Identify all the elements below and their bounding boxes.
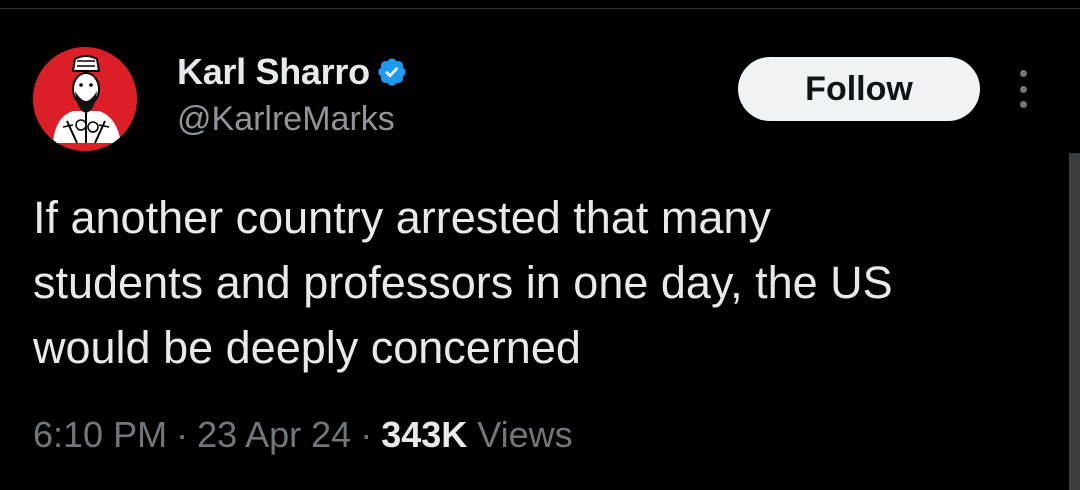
tweet-text-line: If another country arrested that many bbox=[33, 192, 771, 243]
follow-button[interactable]: Follow bbox=[738, 57, 980, 121]
display-name-row: Karl Sharro bbox=[177, 50, 408, 94]
tweet-date[interactable]: 23 Apr 24 bbox=[197, 414, 351, 456]
tweet-text-line: students and professors in one day, the … bbox=[33, 257, 893, 308]
display-name[interactable]: Karl Sharro bbox=[177, 51, 370, 93]
views-label: Views bbox=[477, 414, 573, 455]
author-info: Karl Sharro @KarlreMarks bbox=[177, 50, 408, 139]
avatar-illustration-icon bbox=[33, 47, 137, 151]
tweet-text: If another country arrested that many st… bbox=[33, 185, 1043, 380]
avatar[interactable] bbox=[33, 47, 137, 151]
tweet-text-line: would be deeply concerned bbox=[33, 322, 581, 373]
more-dot bbox=[1019, 101, 1027, 108]
scrollbar[interactable] bbox=[1069, 153, 1080, 490]
verified-badge-icon[interactable] bbox=[376, 56, 408, 88]
more-dot bbox=[1019, 70, 1027, 77]
user-handle[interactable]: @KarlreMarks bbox=[177, 100, 408, 139]
tweet-time[interactable]: 6:10 PM bbox=[33, 414, 167, 456]
meta-separator: · bbox=[360, 414, 373, 455]
more-vertical-icon[interactable] bbox=[1013, 70, 1033, 108]
more-dot bbox=[1019, 85, 1027, 93]
meta-separator: · bbox=[176, 414, 189, 455]
top-divider bbox=[0, 0, 1080, 9]
tweet-meta: 6:10 PM · 23 Apr 24 · 343K Views bbox=[33, 414, 573, 456]
views-count[interactable]: 343K bbox=[381, 414, 467, 456]
